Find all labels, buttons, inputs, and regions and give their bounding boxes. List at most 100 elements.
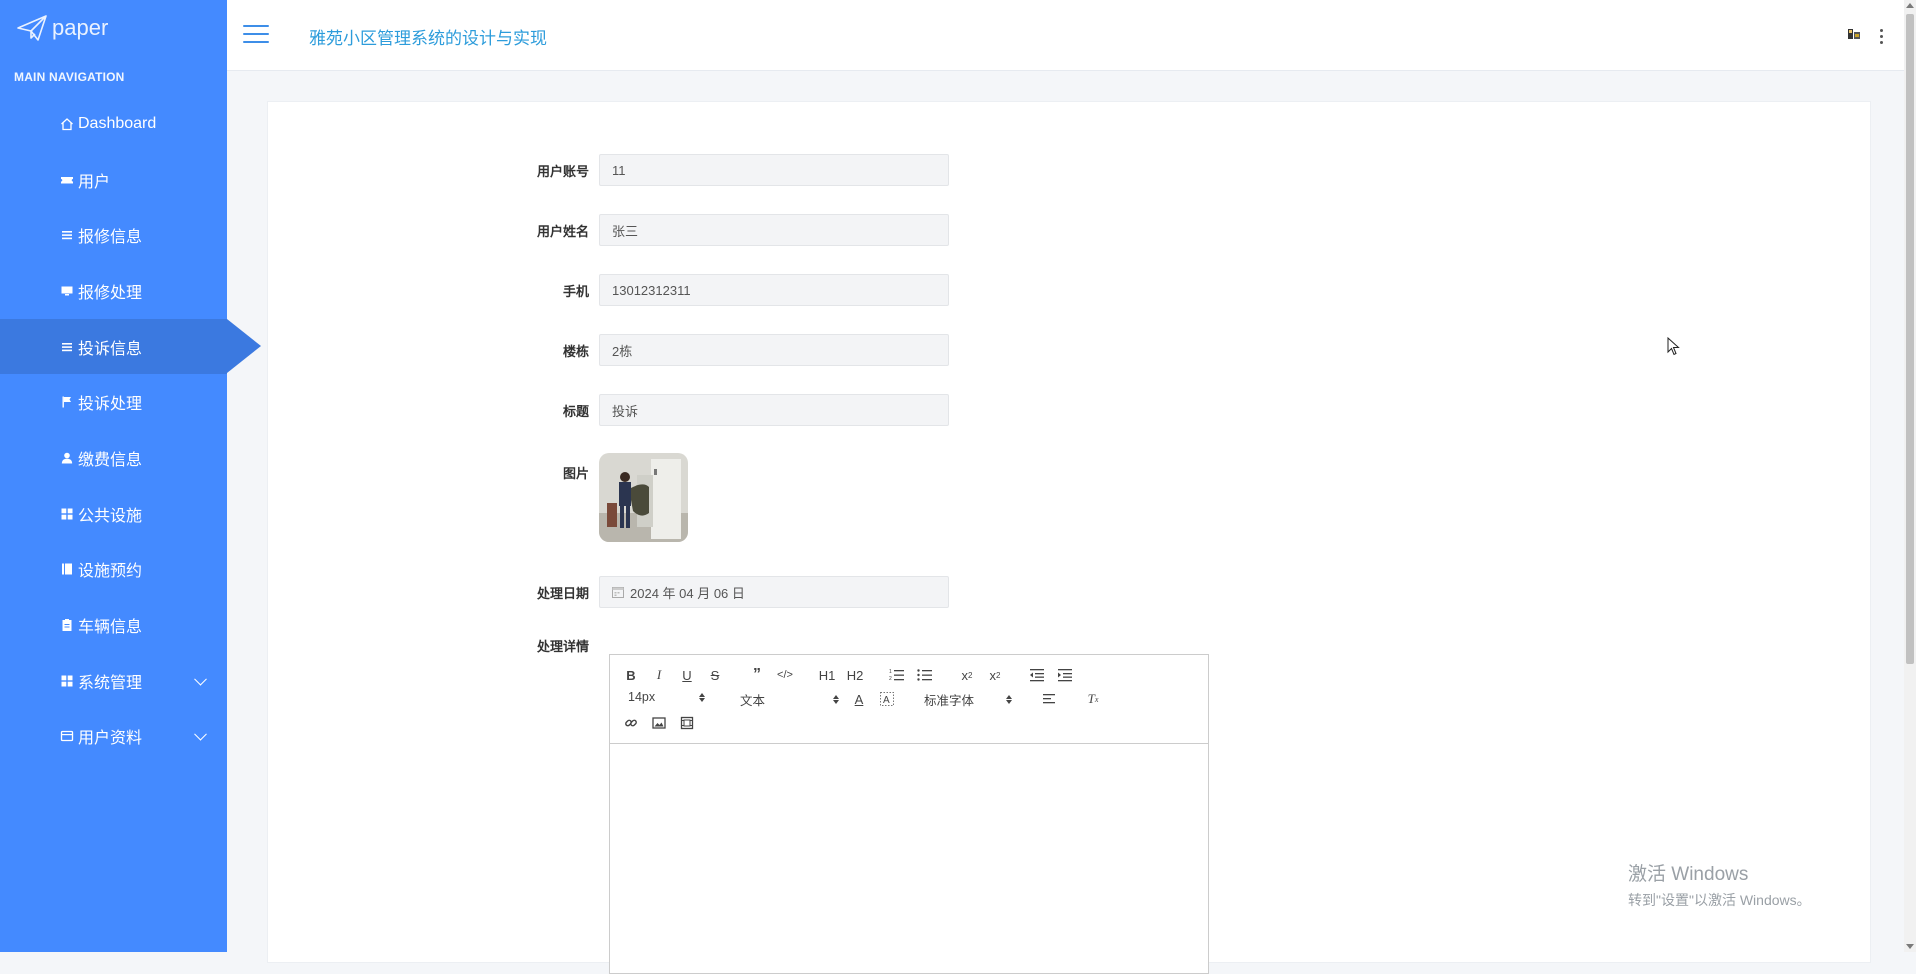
underline-icon[interactable]: U	[678, 666, 696, 684]
monitor-icon	[60, 284, 74, 298]
image-icon[interactable]	[650, 714, 668, 732]
list-icon	[60, 228, 74, 242]
form-row-building: 楼栋 2栋	[268, 334, 949, 366]
sidebar-item-label: 设施预约	[78, 563, 143, 581]
strike-icon[interactable]: S	[706, 666, 724, 684]
sidebar-item-user-profile[interactable]: 用户资料	[0, 709, 227, 765]
image-label: 图片	[562, 466, 589, 481]
sidebar-item-label: 报修处理	[78, 284, 143, 302]
bold-icon[interactable]: B	[622, 666, 640, 684]
block-format-select[interactable]: 文本	[740, 690, 840, 709]
page-title: 雅苑小区管理系统的设计与实现	[309, 29, 547, 48]
phone-label: 手机	[562, 283, 589, 299]
logo-text: paper	[52, 15, 109, 40]
header-2-icon[interactable]: H2	[846, 666, 864, 684]
page-scrollbar[interactable]	[1904, 0, 1916, 952]
font-family-select[interactable]: 标准字体	[924, 690, 1013, 709]
ordered-list-icon[interactable]: 12	[888, 666, 906, 684]
more-options-icon[interactable]	[1880, 29, 1884, 44]
align-icon[interactable]	[1040, 690, 1058, 708]
sidebar-item-complaint-info[interactable]: 投诉信息	[0, 318, 261, 375]
name-label: 用户姓名	[536, 223, 589, 239]
detail-card: 用户账号 11 用户姓名 张三 手机 13012312311 楼栋 2栋 标题 …	[267, 101, 1871, 974]
code-block-icon[interactable]: </>	[776, 666, 794, 684]
italic-icon[interactable]: I	[650, 666, 668, 684]
sidebar-item-label: 报修信息	[78, 229, 143, 247]
watermark-line2: 转到"设置"以激活 Windows。	[1628, 892, 1811, 908]
title-field[interactable]: 投诉	[599, 394, 949, 426]
paper-plane-icon	[17, 15, 47, 41]
windows-activation-watermark: 激活 Windows 转到"设置"以激活 Windows。	[1628, 859, 1811, 910]
user-avatar-icon[interactable]	[1846, 26, 1862, 47]
text-color-icon[interactable]: A	[850, 690, 868, 708]
home-icon	[60, 117, 74, 131]
main-navigation: Dashboard 用户 报修信息 报修处理 投诉信息 投诉处理 缴费信息 公共…	[0, 96, 261, 765]
form-row-title: 标题 投诉	[268, 394, 949, 426]
clear-format-icon[interactable]: Tx	[1084, 690, 1102, 708]
editor-toolbar: B I U S ” </> H1 H2 12 x2 x2 14px 文本 A A…	[610, 655, 1208, 744]
mouse-cursor-icon	[1667, 336, 1681, 362]
complaint-photo[interactable]	[599, 453, 688, 542]
bullet-list-icon[interactable]	[916, 666, 934, 684]
sidebar-item-complaint-handle[interactable]: 投诉处理	[0, 374, 227, 430]
card-icon	[60, 729, 74, 743]
sidebar-item-payment-info[interactable]: 缴费信息	[0, 430, 227, 486]
form-row-phone: 手机 13012312311	[268, 274, 949, 306]
superscript-icon[interactable]: x2	[986, 666, 1004, 684]
scroll-up-icon[interactable]	[1906, 3, 1914, 8]
sidebar-item-vehicle-info[interactable]: 车辆信息	[0, 597, 227, 653]
rich-text-editor: B I U S ” </> H1 H2 12 x2 x2 14px 文本 A A…	[609, 654, 1209, 974]
subscript-icon[interactable]: x2	[958, 666, 976, 684]
user-icon	[60, 451, 74, 465]
blockquote-icon[interactable]: ”	[748, 666, 766, 684]
form-row-account: 用户账号 11	[268, 154, 949, 186]
sidebar-item-label: 缴费信息	[78, 451, 143, 469]
clipboard-icon	[60, 618, 74, 632]
grid-icon	[60, 507, 74, 521]
editor-content-area[interactable]	[610, 744, 1208, 974]
name-field[interactable]: 张三	[599, 214, 949, 246]
sidebar-item-dashboard[interactable]: Dashboard	[0, 96, 227, 152]
sidebar-item-facility-booking[interactable]: 设施预约	[0, 542, 227, 598]
font-family-value: 标准字体	[924, 694, 975, 708]
form-row-name: 用户姓名 张三	[268, 214, 949, 246]
sidebar-item-users[interactable]: 用户	[0, 152, 227, 208]
font-size-value: 14px	[628, 690, 656, 704]
sidebar-item-label: 车辆信息	[78, 619, 143, 637]
flag-icon	[60, 395, 74, 409]
sidebar-item-repair-info[interactable]: 报修信息	[0, 207, 227, 263]
indent-icon[interactable]	[1056, 666, 1074, 684]
list-icon	[60, 340, 74, 354]
building-field[interactable]: 2栋	[599, 334, 949, 366]
chevron-down-icon	[194, 728, 207, 741]
top-right-actions	[1846, 26, 1884, 47]
scrollbar-thumb[interactable]	[1906, 14, 1914, 664]
detail-label: 处理详情	[536, 639, 589, 654]
sidebar-item-public-facilities[interactable]: 公共设施	[0, 486, 227, 542]
sidebar-item-label: 投诉信息	[78, 340, 143, 358]
sidebar-item-label: 投诉处理	[78, 396, 143, 414]
sidebar-item-label: 用户资料	[78, 730, 143, 748]
header-1-icon[interactable]: H1	[818, 666, 836, 684]
date-field[interactable]: 2024 年 04 月 06 日	[599, 576, 949, 608]
scroll-down-icon[interactable]	[1906, 944, 1914, 949]
link-icon[interactable]	[622, 714, 640, 732]
phone-field[interactable]: 13012312311	[599, 274, 949, 306]
video-icon[interactable]	[678, 714, 696, 732]
title-label: 标题	[562, 403, 589, 419]
sidebar-item-repair-handle[interactable]: 报修处理	[0, 263, 227, 319]
background-color-icon[interactable]: A	[878, 690, 896, 708]
watermark-line1: 激活 Windows	[1628, 864, 1749, 885]
sidebar-item-label: 公共设施	[78, 507, 143, 525]
outdent-icon[interactable]	[1028, 666, 1046, 684]
book-icon	[60, 562, 74, 576]
ticket-icon	[60, 173, 74, 187]
menu-toggle-icon[interactable]	[243, 25, 269, 45]
sidebar-item-system-management[interactable]: 系统管理	[0, 653, 227, 709]
font-size-select[interactable]: 14px	[628, 690, 706, 704]
logo[interactable]: paper	[16, 14, 108, 42]
block-format-value: 文本	[740, 694, 766, 708]
date-value: 2024 年 04 月 06 日	[630, 585, 745, 601]
date-label: 处理日期	[536, 585, 589, 601]
account-field[interactable]: 11	[599, 154, 949, 186]
